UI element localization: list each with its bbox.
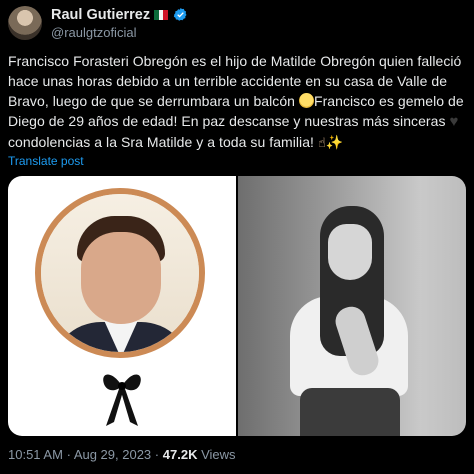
meta-separator: ·	[66, 447, 71, 462]
tweet-line-with-emoji: Diego de 29 años de edad! En paz descans…	[8, 111, 466, 132]
tweet-time[interactable]: 10:51 AM	[8, 447, 63, 462]
translate-post-link[interactable]: Translate post	[8, 154, 84, 168]
tweet-line-with-emoji: Bravo, luego de que se derrumbara un bal…	[8, 91, 466, 111]
mourning-ribbon-icon	[103, 374, 141, 426]
tweet-line-text: Francisco es gemelo de	[313, 93, 464, 109]
tweet-line-text: Diego de 29 años de edad! En paz descans…	[8, 113, 446, 129]
media-image-photo[interactable]	[238, 176, 466, 436]
tweet-line-with-emoji: condolencias a la Sra Matilde y a toda s…	[8, 132, 466, 153]
meta-separator: ·	[154, 447, 160, 462]
handle[interactable]: @raulgtzoficial	[51, 25, 188, 40]
tweet-line-text: condolencias a la Sra Matilde y a toda s…	[8, 134, 314, 150]
avatar[interactable]	[8, 6, 42, 40]
portrait-face	[81, 232, 161, 324]
black-heart-emoji: ♥	[449, 113, 459, 130]
media-image-portrait[interactable]	[8, 176, 236, 436]
tweet-date[interactable]: Aug 29, 2023	[74, 447, 151, 462]
photo-face	[328, 224, 372, 280]
portrait-circle	[35, 188, 205, 358]
views-label: Views	[201, 447, 236, 462]
mexico-flag-icon	[154, 9, 169, 20]
tweet-line: Francisco Forasteri Obregón es el hijo d…	[8, 53, 462, 69]
name-row: Raul Gutierrez	[51, 7, 188, 23]
author-info: Raul Gutierrez @raulgtzoficial	[51, 7, 188, 40]
views-count[interactable]: 47.2K	[163, 447, 198, 462]
sad-face-emoji	[298, 93, 314, 108]
tweet-text: Francisco Forasteri Obregón es el hijo d…	[8, 51, 466, 153]
display-name[interactable]: Raul Gutierrez	[51, 7, 150, 23]
praying-hands-emoji: ☝	[317, 135, 326, 150]
sparkles-emoji: ✨	[325, 134, 344, 150]
tweet-line: hace unas horas debido a un terrible acc…	[8, 73, 448, 89]
verified-badge-icon	[173, 7, 187, 21]
tweet-meta: 10:51 AM · Aug 29, 2023 · 47.2K Views	[8, 447, 236, 462]
tweet-line-text: Bravo, luego de que se derrumbara un bal…	[8, 93, 296, 109]
photo-jeans	[300, 388, 400, 436]
tweet-header: Raul Gutierrez @raulgtzoficial	[8, 5, 466, 41]
media-grid	[8, 176, 466, 436]
